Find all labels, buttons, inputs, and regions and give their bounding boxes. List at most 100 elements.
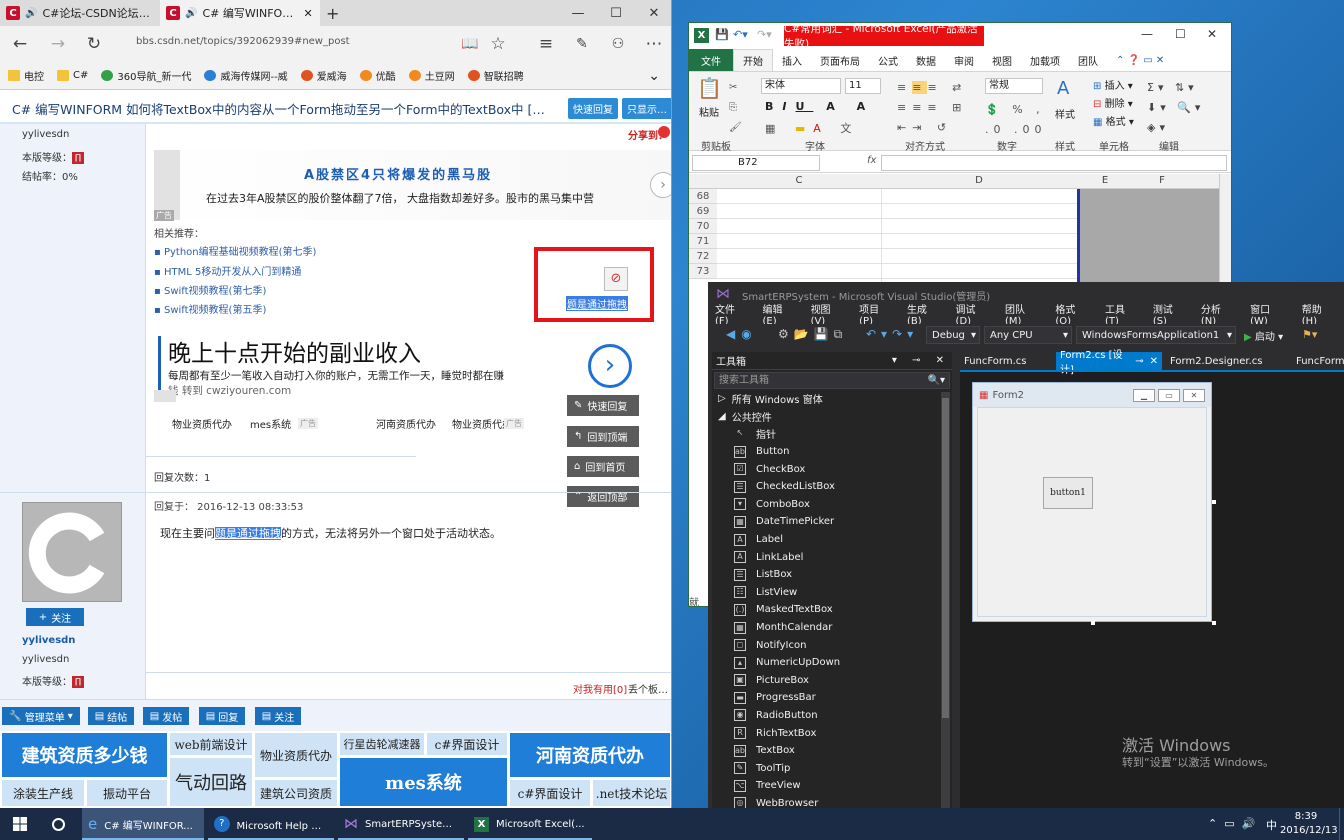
toolbox-item[interactable]: ▾ ComboBox <box>712 496 940 514</box>
favorite-item[interactable]: C# <box>57 70 88 81</box>
maximize-icon[interactable]: ☐ <box>1175 27 1186 41</box>
ad-link[interactable]: 物业资质代办 <box>172 416 232 431</box>
ad-banner-1[interactable]: A股禁区4只将爆发的黑马股 在过去3年A股禁区的股价整体翻了7倍， 大盘指数却差… <box>154 150 671 221</box>
resize-handle[interactable] <box>1212 500 1216 504</box>
useful-link[interactable]: 对我有用[0] <box>573 681 627 696</box>
ad-cell[interactable]: 气动回路 <box>170 758 252 806</box>
ad-cell[interactable]: 建筑资质多少钱 <box>2 733 167 777</box>
avatar[interactable] <box>22 502 122 602</box>
float-home-button[interactable]: ⌂ 回到首页 <box>567 456 639 477</box>
toolbar-extra-icon[interactable]: ⚑▾ <box>1302 328 1317 341</box>
toolbox-item[interactable]: ▣ PictureBox <box>712 672 940 690</box>
ad-cell[interactable]: 行星齿轮减速器 <box>340 733 424 755</box>
weibo-icon[interactable] <box>658 126 670 138</box>
start-button[interactable]: ▶ 启动 ▾ <box>1244 328 1283 343</box>
number-tools[interactable]: 💲 % , .0 .00 <box>985 100 1047 140</box>
related-link[interactable]: ▪ Python编程基础视频教程(第七季) <box>154 243 316 258</box>
ad-link[interactable]: mes系统 <box>250 416 291 431</box>
url-field[interactable]: bbs.csdn.net/topics/392062939#new_post <box>136 36 350 47</box>
close-tab-icon[interactable]: ✕ <box>1150 356 1158 367</box>
paste-icon[interactable]: 📋 <box>697 76 722 100</box>
clock-time[interactable]: 8:39 <box>1284 811 1328 822</box>
redo-icon[interactable]: ↷▾ <box>757 28 772 41</box>
toolbox-item[interactable]: ☑ CheckBox <box>712 460 940 478</box>
follow-button[interactable]: + 关注 <box>26 608 84 626</box>
toolbox-item[interactable]: ↖ 指针 <box>712 425 940 443</box>
ad-cell[interactable]: mes系统 <box>340 758 507 806</box>
forward-icon[interactable]: → <box>40 26 76 62</box>
panel-pin-close-icon[interactable]: ▾ ⊸ ✕ <box>892 355 952 366</box>
tab-file[interactable]: 文件 <box>689 49 733 71</box>
fx-icon[interactable]: fx <box>867 155 876 166</box>
tab-team[interactable]: 团队 <box>1069 49 1107 71</box>
name-box[interactable]: B72 <box>692 155 820 171</box>
row-header[interactable]: 72 <box>689 249 717 264</box>
tray-icons[interactable]: ⌃▭🔊 <box>1208 817 1262 830</box>
cells-tools[interactable]: ⊞ 插入 ▾ ⊟ 删除 ▾ ▦ 格式 ▾ <box>1093 78 1134 132</box>
tab-page-layout[interactable]: 页面布局 <box>811 49 869 71</box>
ad-cell[interactable]: 振动平台 <box>87 780 167 806</box>
taskbar-app-vs[interactable]: ⋈ SmartERPSystem ... <box>338 808 464 840</box>
toolbox-item[interactable]: R RichTextBox <box>712 724 940 742</box>
ad-cell[interactable]: web前端设计 <box>170 733 252 755</box>
refresh-icon[interactable]: ↻ <box>76 26 112 62</box>
toolbox-item[interactable]: ▬ ProgressBar <box>712 689 940 707</box>
favorite-item[interactable]: 智联招聘 <box>467 68 524 83</box>
quick-reply-button[interactable]: 快速回复 <box>568 98 618 119</box>
font-name-select[interactable]: 宋体 <box>761 78 841 94</box>
hub-icon[interactable]: ≡ <box>528 26 564 62</box>
toolbox-group-all[interactable]: ▷ 所有 Windows 窗体 <box>712 390 940 408</box>
doc-tab-active[interactable]: Form2.cs [设计]⊸✕ <box>1056 350 1162 376</box>
clipboard-tools[interactable]: ✂ ⎘ 🖌 <box>729 78 742 138</box>
column-header[interactable]: C <box>717 175 881 186</box>
close-tab-icon[interactable]: ✕ <box>303 7 312 20</box>
doc-tab[interactable]: FuncForm <box>1292 352 1344 370</box>
search-button[interactable] <box>40 808 76 840</box>
toolbox-item[interactable]: ☰ CheckedListBox <box>712 478 940 496</box>
favorite-item[interactable]: 优酷 <box>359 68 396 83</box>
taskbar-app-excel[interactable]: X Microsoft Excel(... <box>468 808 592 840</box>
follow-topic-button[interactable]: ▤ 关注 <box>255 707 301 725</box>
editing-tools[interactable]: Σ▾ ⇅▾ ⬇▾ 🔍▾ ◈▾ <box>1147 78 1204 138</box>
ad-cell[interactable]: .net技术论坛 <box>593 780 670 806</box>
row-header[interactable]: 68 <box>689 189 717 204</box>
ad-banner-2[interactable]: 晚上十点开始的副业收入 每周都有至少一笔收入自动打入你的账户，无需工作一天，睡觉… <box>154 332 671 404</box>
ad-cell[interactable]: 河南资质代办 <box>510 733 670 777</box>
ad-link[interactable]: 物业资质代办 <box>452 416 512 431</box>
toolbox-item[interactable]: ▦ MonthCalendar <box>712 619 940 637</box>
toolbox-item[interactable]: (.) MaskedTextBox <box>712 601 940 619</box>
border-fill-color[interactable]: ▦ ▬A 文 <box>765 120 859 136</box>
float-top-button[interactable]: ⌃ 返回顶部 <box>567 486 639 507</box>
ad-cell[interactable]: 涂装生产线 <box>2 780 84 806</box>
only-show-author-button[interactable]: 只显示楼主 <box>622 98 671 119</box>
close-icon[interactable]: ✕ <box>1207 27 1217 41</box>
maximize-icon[interactable]: ☐ <box>598 0 634 26</box>
toolbox-item[interactable]: ◎ WebBrowser <box>712 795 940 808</box>
nav-back-forward-icon[interactable]: ◀◉ <box>726 327 758 341</box>
related-link[interactable]: ▪ Swift视频教程(第七季) <box>154 282 266 297</box>
help-icon[interactable]: ⌃ ❓ ▭ ✕ <box>1107 49 1173 71</box>
favorite-item[interactable]: 土豆网 <box>408 68 455 83</box>
minimize-icon[interactable]: — <box>560 0 596 26</box>
platform-select[interactable]: Any CPU ▾ <box>984 326 1072 344</box>
favorite-star-icon[interactable]: ☆ <box>480 26 516 62</box>
column-header[interactable]: F <box>1133 175 1191 186</box>
favorite-item[interactable]: 爱威海 <box>300 68 347 83</box>
toolbox-search-input[interactable]: 搜索工具箱 🔍▾ <box>714 372 950 389</box>
pin-icon[interactable]: ⊸ <box>1135 356 1143 367</box>
number-format-select[interactable]: 常规 <box>985 78 1043 94</box>
taskbar-app-edge[interactable]: e C# 编写WINFOR... <box>82 808 204 840</box>
browser-tab-2[interactable]: C 🔊 C# 编写WINFORM 如 ✕ <box>160 0 320 26</box>
style-icon[interactable]: A <box>1057 78 1069 99</box>
alignment-tools[interactable]: ≡≡≡ ⇄ ≡≡≡ ⊞ ⇤⇥ ↺ <box>897 78 967 138</box>
toolbox-group-common[interactable]: ◢ 公共控件 <box>712 408 940 426</box>
designer-form[interactable]: ▦ Form2 ▁ ▭ ✕ button1 <box>972 382 1212 622</box>
tab-home[interactable]: 开始 <box>733 49 773 71</box>
quick-save-icon[interactable]: 💾 <box>715 28 729 41</box>
more-icon[interactable]: ⋯ <box>636 26 671 62</box>
tab-review[interactable]: 审阅 <box>945 49 983 71</box>
toolbox-item[interactable]: ab TextBox <box>712 742 940 760</box>
toolbox-item[interactable]: ▴ NumericUpDown <box>712 654 940 672</box>
formula-input[interactable] <box>881 155 1227 171</box>
tab-view[interactable]: 视图 <box>983 49 1021 71</box>
